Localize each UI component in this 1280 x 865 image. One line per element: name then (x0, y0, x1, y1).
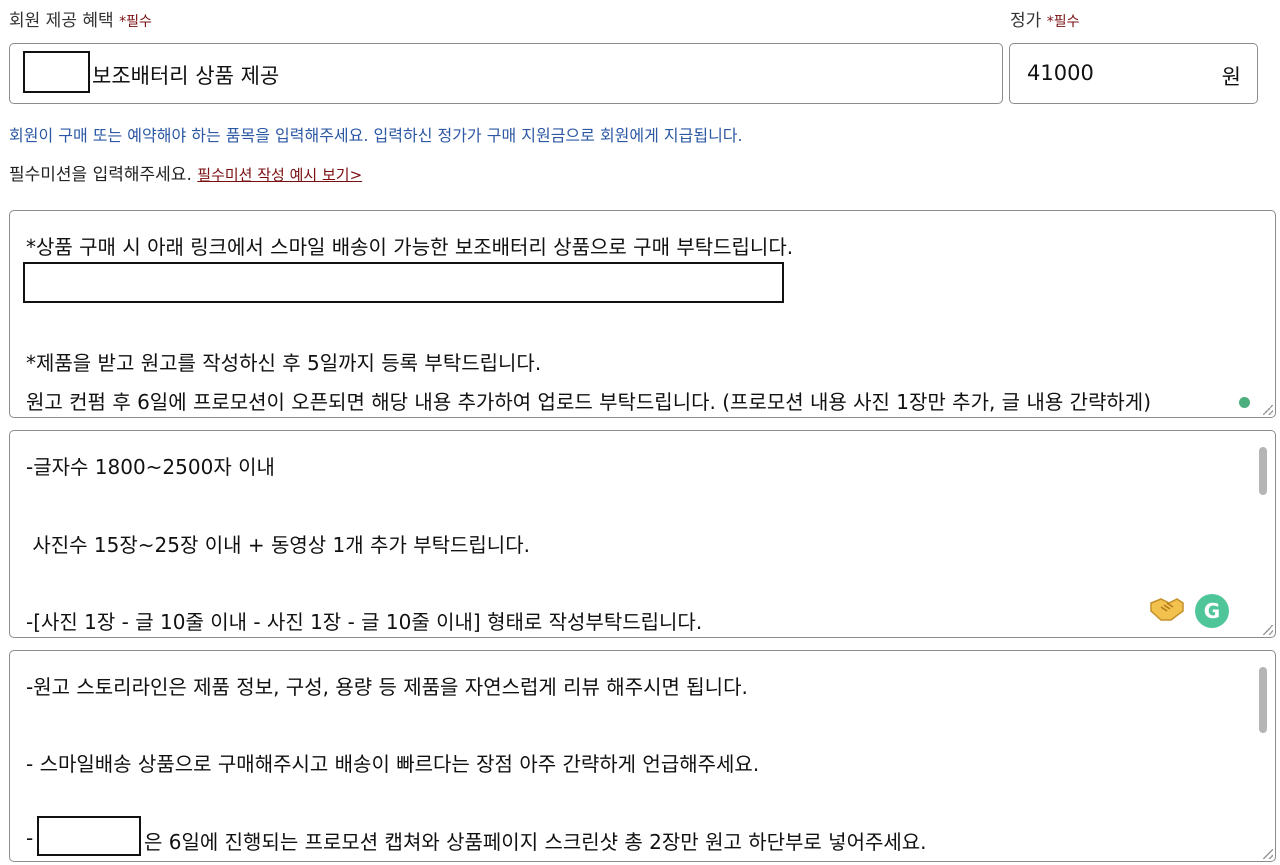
resize-handle[interactable] (1263, 405, 1273, 415)
mission-1-line-3: 원고 컨펌 후 6일에 프로모션이 오픈되면 해당 내용 추가하여 업로드 부탁… (26, 390, 1152, 414)
redacted-name-box (37, 816, 141, 856)
price-label-text: 정가 (1010, 11, 1042, 31)
price-input-value: 41000 (1027, 61, 1094, 85)
mission-textarea-1[interactable]: *상품 구매 시 아래 링크에서 스마일 배송이 가능한 보조배터리 상품으로 … (9, 210, 1276, 418)
mission-textarea-3[interactable]: -원고 스토리라인은 제품 정보, 구성, 용량 등 제품을 자연스럽게 리뷰 … (9, 650, 1276, 862)
mission-3-line-2: - 스마일배송 상품으로 구매해주시고 배송이 빠르다는 장점 아주 간략하게 … (26, 752, 760, 776)
mission-prompt-text: 필수미션을 입력해주세요. (9, 165, 192, 185)
resize-handle[interactable] (1263, 625, 1273, 635)
price-label: 정가 *필수 (1010, 6, 1079, 31)
redacted-box (23, 51, 90, 93)
mission-1-line-1: *상품 구매 시 아래 링크에서 스마일 배송이 가능한 보조배터리 상품으로 … (26, 235, 794, 259)
mission-2-line-2: 사진수 15장~25장 이내 + 동영상 1개 추가 부탁드립니다. (26, 533, 530, 557)
benefit-input[interactable]: 보조배터리 상품 제공 (9, 43, 1003, 104)
mission-3-line-3: 은 6일에 진행되는 프로모션 캡쳐와 상품페이지 스크린샷 총 2장만 원고 … (144, 830, 927, 854)
resize-handle[interactable] (1263, 849, 1273, 859)
handshake-icon[interactable] (1149, 595, 1185, 623)
mission-3-line-1: -원고 스토리라인은 제품 정보, 구성, 용량 등 제품을 자연스럽게 리뷰 … (26, 675, 748, 699)
benefit-label: 회원 제공 혜택 *필수 (9, 6, 152, 31)
grammarly-icon[interactable]: G (1195, 594, 1229, 628)
price-unit: 원 (1221, 65, 1241, 89)
scrollbar[interactable] (1257, 445, 1269, 621)
benefit-required-marker: *필수 (119, 14, 152, 30)
mission-3-line-3-prefix: - (26, 826, 34, 850)
mission-2-line-1: -글자수 1800~2500자 이내 (26, 455, 275, 479)
status-dot-icon (1239, 397, 1250, 408)
price-input[interactable]: 41000 원 (1009, 43, 1258, 104)
mission-example-link[interactable]: 필수미션 작성 예시 보기> (197, 166, 362, 184)
scrollbar-thumb[interactable] (1259, 447, 1267, 495)
benefit-label-text: 회원 제공 혜택 (9, 11, 114, 31)
mission-2-line-3: -[사진 1장 - 글 10줄 이내 - 사진 1장 - 글 10줄 이내] 형… (26, 610, 703, 634)
mission-1-line-2: *제품을 받고 원고를 작성하신 후 5일까지 등록 부탁드립니다. (26, 351, 542, 375)
purchase-help-text: 회원이 구매 또는 예약해야 하는 품목을 입력해주세요. 입력하신 정가가 구… (9, 126, 743, 145)
benefit-input-value: 보조배터리 상품 제공 (92, 64, 280, 88)
mission-prompt: 필수미션을 입력해주세요. 필수미션 작성 예시 보기> (9, 160, 362, 185)
mission-textarea-2[interactable]: -글자수 1800~2500자 이내 사진수 15장~25장 이내 + 동영상 … (9, 430, 1276, 638)
scrollbar[interactable] (1257, 665, 1269, 845)
redacted-link-box (23, 262, 784, 303)
price-required-marker: *필수 (1046, 14, 1080, 30)
scrollbar-thumb[interactable] (1259, 667, 1267, 733)
